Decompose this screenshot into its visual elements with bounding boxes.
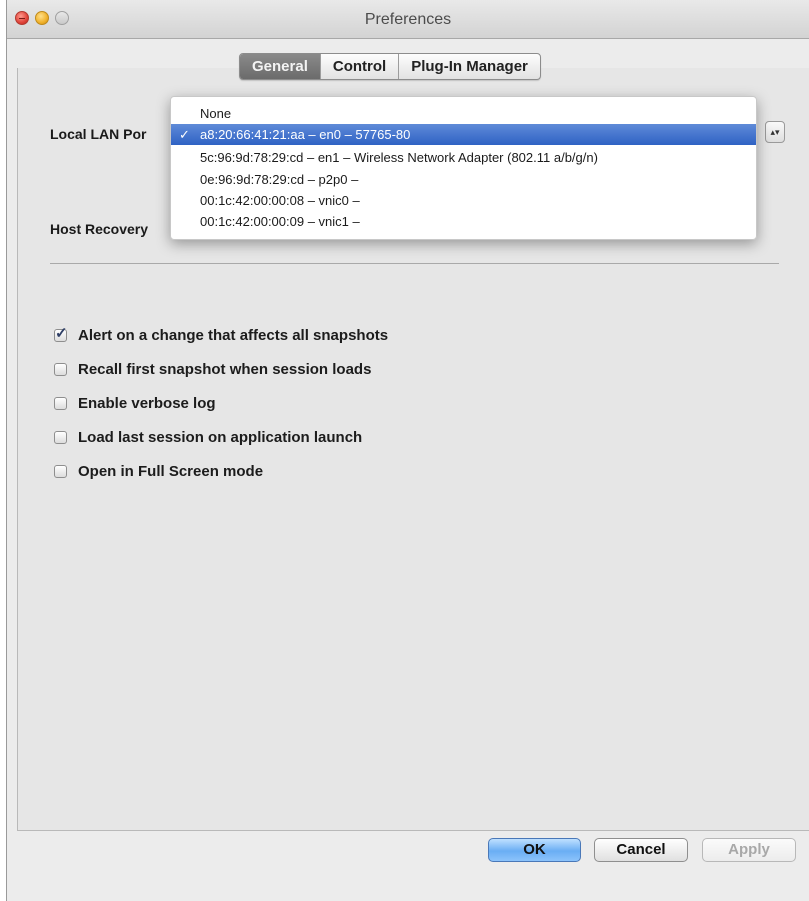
lan-port-select-arrows-icon[interactable]: ▴▾ xyxy=(765,121,785,143)
checkbox-recall-first-snapshot[interactable]: Recall first snapshot when session loads xyxy=(54,352,388,386)
section-divider xyxy=(50,263,779,264)
checkmark-icon: ✓ xyxy=(55,324,68,342)
tab-bar: General Control Plug-In Manager xyxy=(239,53,541,80)
checkbox-load-last-session[interactable]: Load last session on application launch xyxy=(54,420,388,454)
checkbox-verbose-log[interactable]: Enable verbose log xyxy=(54,386,388,420)
checkbox-label: Open in Full Screen mode xyxy=(78,462,264,480)
checkbox-alert-change[interactable]: ✓ Alert on a change that affects all sna… xyxy=(54,318,388,352)
checkbox-label: Enable verbose log xyxy=(78,394,216,412)
cancel-button[interactable]: Cancel xyxy=(594,838,688,862)
dropdown-option-label: a8:20:66:41:21:aa – en0 – 57765-80 xyxy=(200,127,411,142)
checkbox-label: Load last session on application launch xyxy=(78,428,363,446)
tab-control[interactable]: Control xyxy=(319,54,398,79)
tab-plugin-manager[interactable]: Plug-In Manager xyxy=(398,54,540,79)
title-bar[interactable]: Preferences xyxy=(7,0,809,39)
checkbox-label: Alert on a change that affects all snaps… xyxy=(78,326,389,344)
checkbox-full-screen[interactable]: Open in Full Screen mode xyxy=(54,454,388,488)
lan-port-dropdown-menu: None ✓ a8:20:66:41:21:aa – en0 – 57765-8… xyxy=(170,96,757,240)
window-title: Preferences xyxy=(364,11,452,28)
ok-button[interactable]: OK xyxy=(488,838,581,862)
checkbox[interactable] xyxy=(54,396,67,410)
local-lan-port-label: Local LAN Por xyxy=(50,126,147,142)
checkmark-icon: ✓ xyxy=(179,127,190,142)
checkbox-label: Recall first snapshot when session loads xyxy=(78,360,372,378)
dropdown-option-en0[interactable]: ✓ a8:20:66:41:21:aa – en0 – 57765-80 xyxy=(171,124,756,145)
dropdown-option-vnic0[interactable]: 00:1c:42:00:00:08 – vnic0 – xyxy=(171,190,756,211)
tab-general[interactable]: General xyxy=(240,54,320,79)
options-checkbox-list: ✓ Alert on a change that affects all sna… xyxy=(54,318,388,488)
dropdown-option-none[interactable]: None xyxy=(171,103,756,124)
checkbox[interactable] xyxy=(54,464,67,478)
host-recovery-label: Host Recovery xyxy=(50,221,149,237)
dropdown-option-en1[interactable]: 5c:96:9d:78:29:cd – en1 – Wireless Netwo… xyxy=(171,147,756,168)
dropdown-option-p2p0[interactable]: 0e:96:9d:78:29:cd – p2p0 – xyxy=(171,169,756,190)
checkbox[interactable] xyxy=(54,362,67,376)
dropdown-option-vnic1[interactable]: 00:1c:42:00:00:09 – vnic1 – xyxy=(171,211,756,232)
checkbox[interactable] xyxy=(54,430,67,444)
apply-button[interactable]: Apply xyxy=(702,838,796,862)
checkbox[interactable]: ✓ xyxy=(54,325,68,342)
